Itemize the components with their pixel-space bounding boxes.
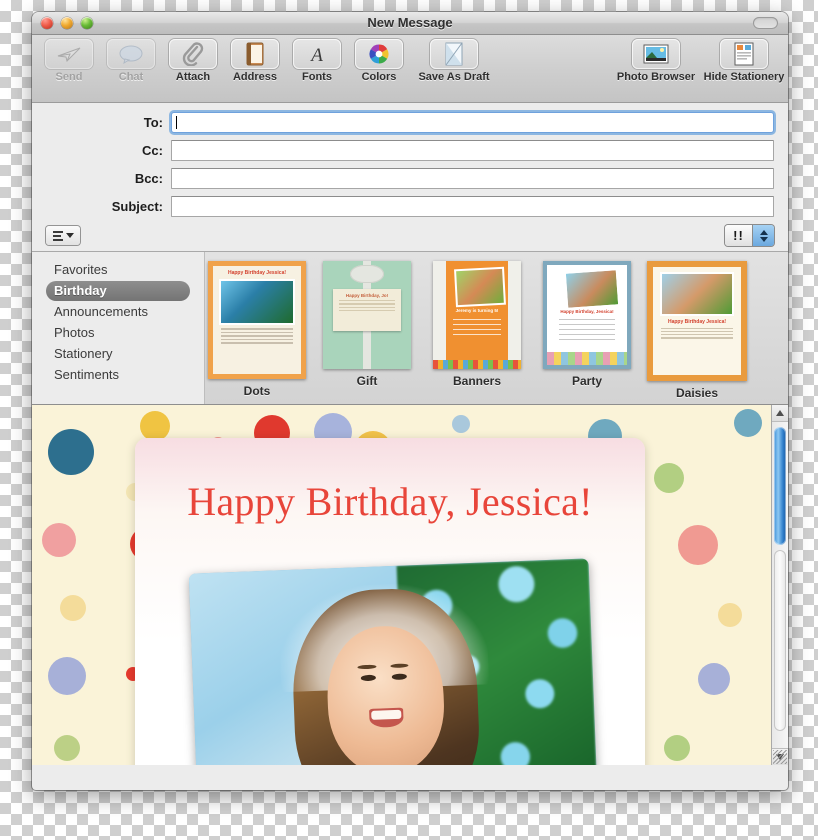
thumbnail-banners: Jeremy is turning 5! [433,261,521,369]
toolbar-button-attach[interactable]: Attach [162,39,224,83]
scroll-up-arrow[interactable] [772,405,788,422]
sidebar-item-announcements[interactable]: Announcements [46,302,190,322]
body-vertical-scrollbar[interactable] [771,405,788,765]
bcc-label: Bcc: [134,171,163,186]
new-message-window: New Message Send Chat Attach Address A F… [32,12,788,790]
sidebar-item-photos[interactable]: Photos [46,323,190,343]
sidebar-item-sentiments[interactable]: Sentiments [46,365,190,385]
subject-input[interactable] [171,196,774,217]
chevron-down-icon [65,233,74,238]
card-heading: Happy Birthday, Jessica! [187,479,593,524]
stationery-card: Happy Birthday, Jessica! [135,438,645,765]
toolbar-button-chat[interactable]: Chat [100,39,162,83]
priority-button[interactable]: !! [725,225,752,246]
thumb-title-gift: Happy Birthday, Jo! [345,293,389,298]
cc-input[interactable] [171,140,774,161]
toolbar-label-attach: Attach [175,71,211,83]
subject-label: Subject: [111,199,163,214]
toolbar-button-colors[interactable]: Colors [348,39,410,83]
bcc-input[interactable] [171,168,774,189]
thumbnail-party: Happy Birthday, Jessica! [543,261,631,369]
draft-page-icon [430,39,478,69]
text-caret [176,116,177,129]
paperclip-icon [169,39,217,69]
stationery-picker: Favorites Birthday Announcements Photos … [32,252,788,405]
message-option-bar: !! [32,224,788,252]
close-button[interactable] [41,17,53,29]
toolbar-label-send: Send [55,71,83,83]
header-row-bcc: Bcc: [46,168,774,189]
toolbar: Send Chat Attach Address A Fonts Colors … [32,35,788,103]
stationery-template-daisies[interactable]: Happy Birthday Jessica! Daisies [647,261,747,400]
stationery-icon [720,39,768,69]
address-book-icon [231,39,279,69]
priority-controls: !! [725,225,774,246]
template-name-daisies: Daisies [675,386,719,400]
toolbar-button-fonts[interactable]: A Fonts [286,39,348,83]
stationery-template-strip[interactable]: Happy Birthday Jessica! Dots Happy Birth… [204,252,788,404]
photo-icon [632,39,680,69]
template-name-banners: Banners [452,374,502,388]
speech-bubble-icon [107,39,155,69]
font-a-icon: A [293,39,341,69]
zoom-button[interactable] [81,17,93,29]
thumb-title-daisies: Happy Birthday Jessica! [667,319,727,325]
card-photo[interactable] [188,558,598,765]
toolbar-label-colors: Colors [361,71,397,83]
template-name-party: Party [571,374,603,388]
window-title: New Message [367,15,453,30]
thumbnail-dots: Happy Birthday Jessica! [208,261,306,379]
toolbar-label-chat: Chat [118,71,144,83]
photo-girl [277,580,494,765]
stationery-template-gift[interactable]: Happy Birthday, Jo! Gift [321,261,413,388]
stationery-category-list: Favorites Birthday Announcements Photos … [32,252,204,404]
sidebar-item-birthday[interactable]: Birthday [46,281,190,301]
scroll-track[interactable] [774,550,786,731]
template-name-dots: Dots [243,384,271,398]
toolbar-label-save-as-draft: Save As Draft [418,71,490,83]
thumbnail-daisies: Happy Birthday Jessica! [647,261,747,381]
header-row-to: To: [46,112,774,133]
to-label: To: [143,115,163,130]
toolbar-button-photo-browser[interactable]: Photo Browser [612,39,700,83]
template-name-gift: Gift [356,374,378,388]
stationery-template-dots[interactable]: Happy Birthday Jessica! Dots [208,261,306,398]
traffic-lights [41,17,93,29]
svg-text:A: A [309,45,323,65]
toolbar-button-hide-stationery[interactable]: Hide Stationery [700,39,788,83]
toolbar-button-send[interactable]: Send [38,39,100,83]
toolbar-button-address[interactable]: Address [224,39,286,83]
thumb-title-party: Happy Birthday, Jessica! [560,309,614,314]
thumb-title-dots: Happy Birthday Jessica! [227,270,287,276]
paper-plane-icon [45,39,93,69]
priority-stepper[interactable] [752,225,774,246]
cc-label: Cc: [142,143,163,158]
list-lines-icon [52,230,63,241]
header-row-subject: Subject: [46,196,774,217]
toolbar-label-address: Address [232,71,278,83]
toolbar-button-save-as-draft[interactable]: Save As Draft [410,39,498,83]
thumb-title-banners: Jeremy is turning 5! [455,308,499,313]
to-input[interactable] [171,112,774,133]
color-wheel-icon [355,39,403,69]
scroll-thumb[interactable] [774,427,786,545]
message-headers: To: Cc: Bcc: Subject: [32,103,788,217]
toolbar-toggle-button[interactable] [753,17,778,29]
minimize-button[interactable] [61,17,73,29]
stepper-down-icon [759,236,768,242]
thumbnail-gift: Happy Birthday, Jo! [323,261,411,369]
toolbar-label-hide-stationery: Hide Stationery [703,71,785,83]
toolbar-label-fonts: Fonts [302,71,332,83]
stationery-template-banners[interactable]: Jeremy is turning 5! Banners [431,261,523,388]
message-body[interactable]: Happy Birthday, Jessica! [32,405,788,765]
sidebar-item-stationery[interactable]: Stationery [46,344,190,364]
header-row-cc: Cc: [46,140,774,161]
stepper-up-icon [759,229,768,235]
window-titlebar[interactable]: New Message [32,12,788,35]
toolbar-label-photo-browser: Photo Browser [616,71,696,83]
window-resize-grip[interactable] [773,750,787,764]
sidebar-item-favorites[interactable]: Favorites [46,260,190,280]
format-list-dropdown[interactable] [46,226,80,245]
stationery-template-party[interactable]: Happy Birthday, Jessica! Party [541,261,633,388]
